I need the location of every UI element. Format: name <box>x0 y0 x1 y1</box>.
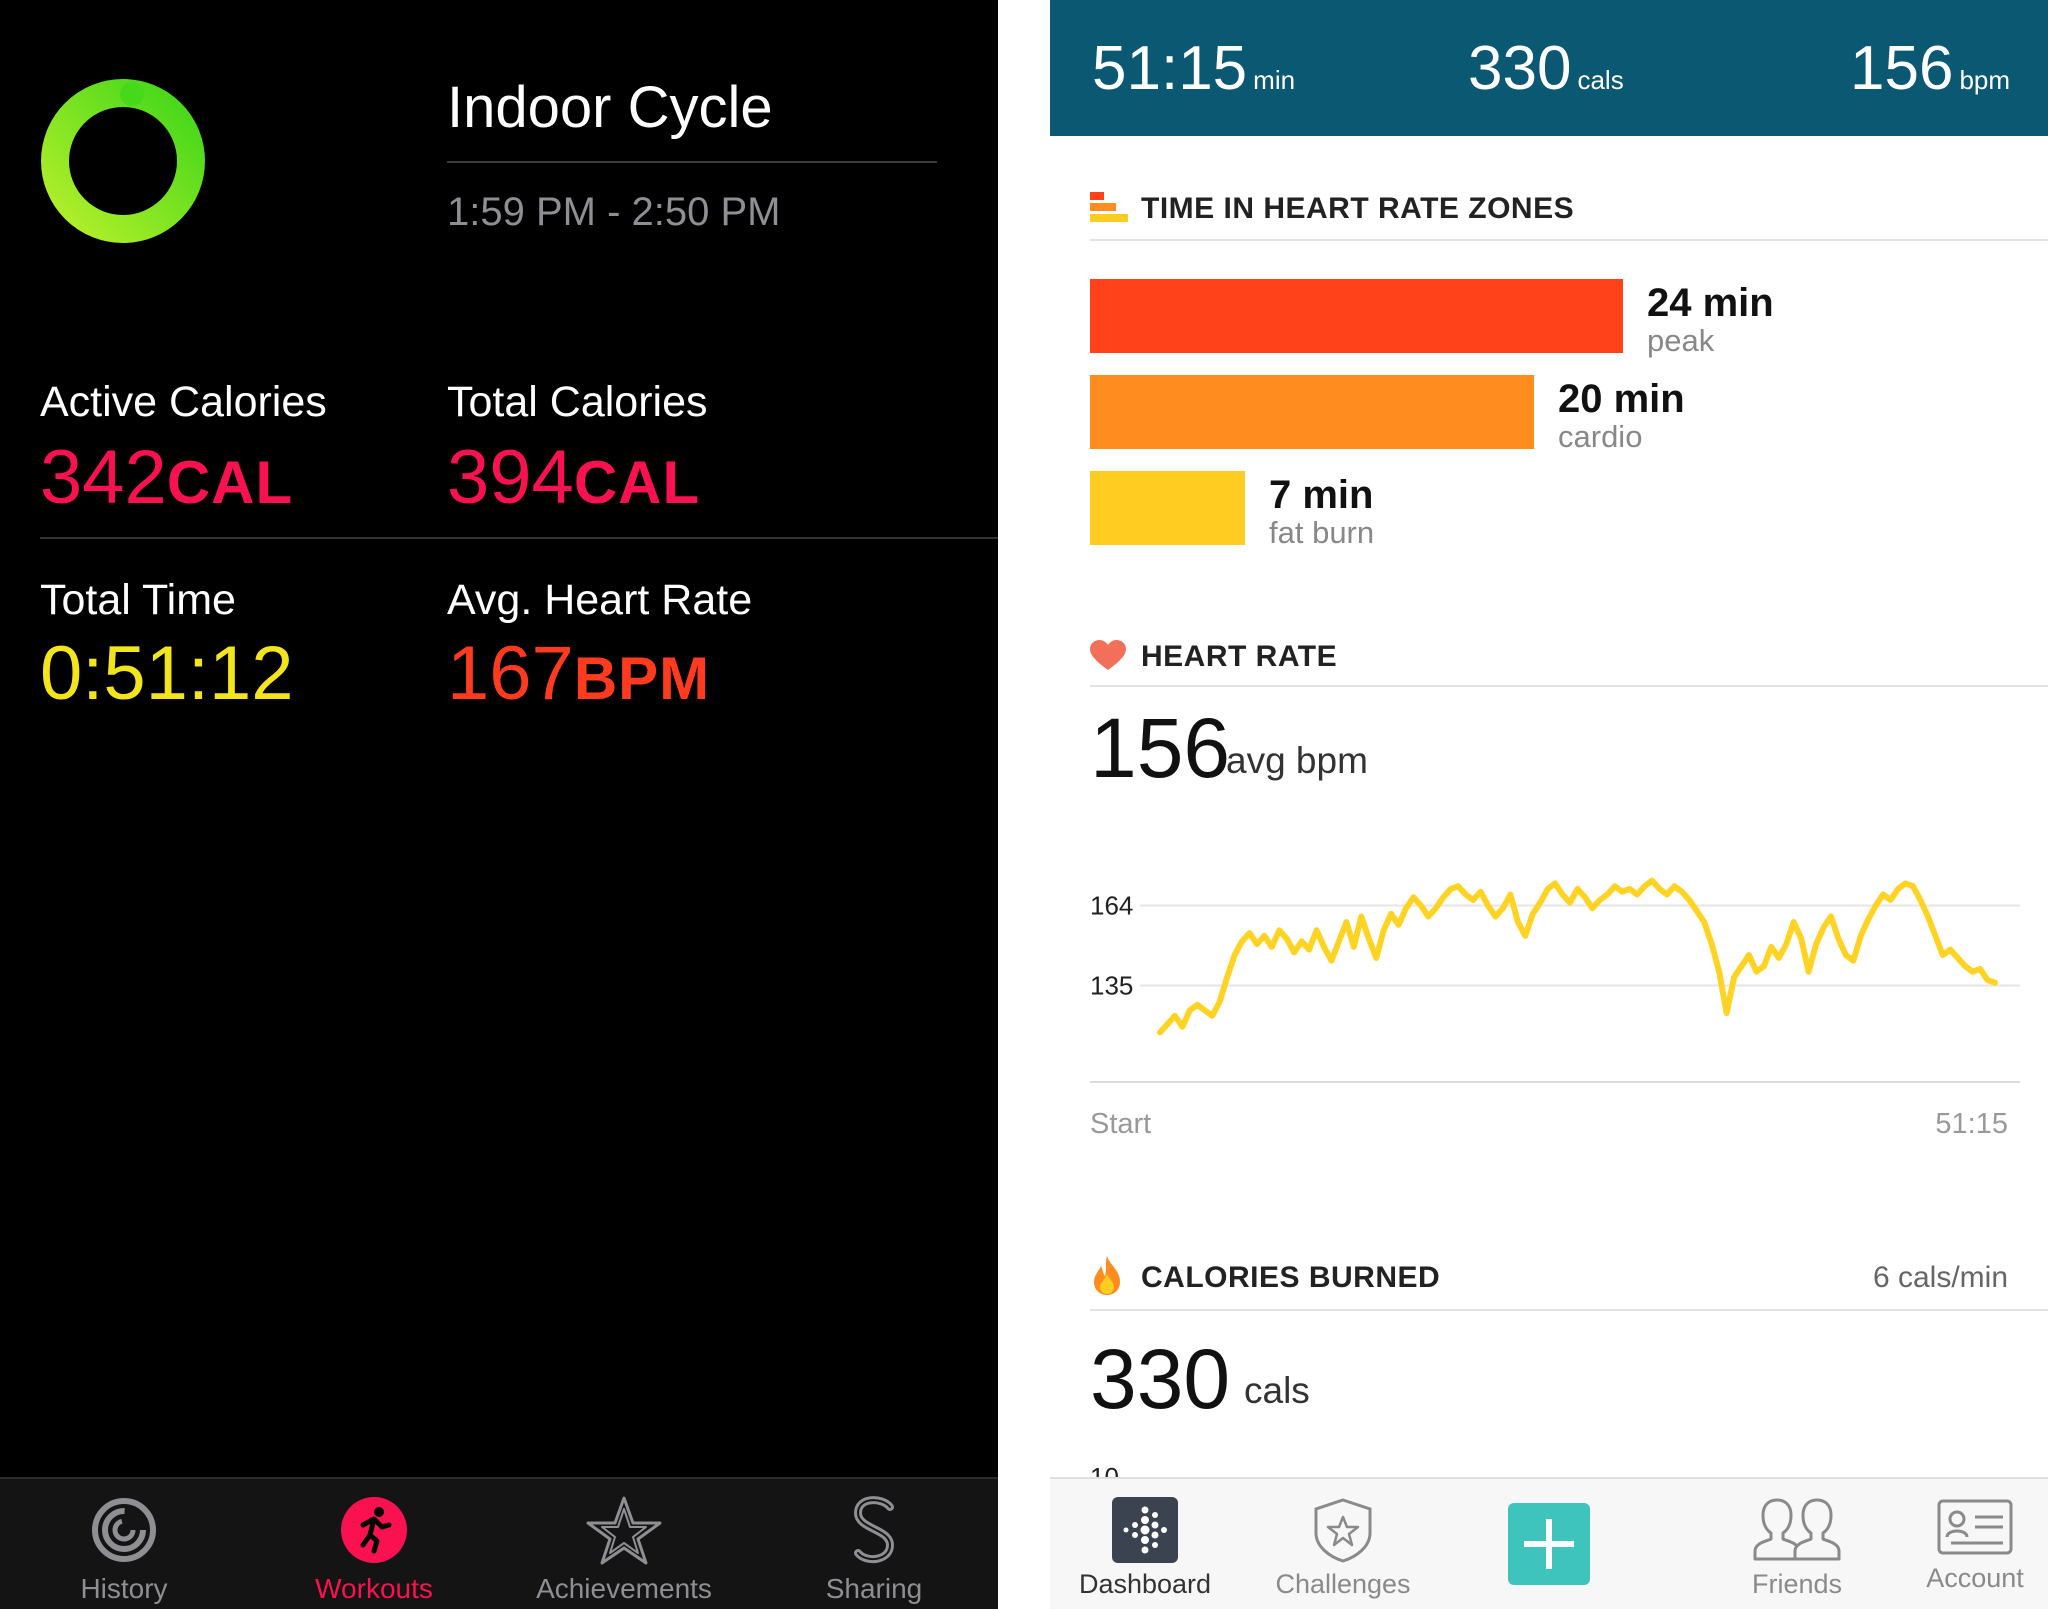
tab-challenges-label: Challenges <box>1275 1569 1411 1599</box>
zone-name-fat-burn: fat burn <box>1269 515 1375 550</box>
y-tick-164: 164 <box>1090 890 1133 920</box>
tab-achievements-label: Achievements <box>536 1573 712 1604</box>
fitbit-app: 51:15 min 330 cals 156 bpm TIME IN HEART RA… <box>1050 0 2048 1609</box>
exercise-summary-header: 51:15 min 330 cals 156 bpm <box>1050 0 2048 136</box>
workout-time-range: 1:59 PM - 2:50 PM <box>447 190 781 234</box>
challenges-icon <box>1314 1498 1372 1563</box>
history-icon <box>92 1498 156 1562</box>
active-calories-label: Active Calories <box>40 378 327 426</box>
calories-section-title: CALORIES BURNED <box>1141 1261 1441 1294</box>
tab-friends[interactable]: Friends <box>1702 1497 1892 1600</box>
flame-icon <box>1094 1256 1120 1295</box>
friends-icon <box>1753 1498 1841 1561</box>
zone-bar-peak <box>1090 279 1623 353</box>
avg-heart-rate-label: Avg. Heart Rate <box>447 576 753 624</box>
total-calories-value: 394CAL <box>447 435 701 520</box>
zones-section-divider <box>1090 239 2048 241</box>
tab-account-label: Account <box>1926 1563 2024 1593</box>
total-time-label: Total Time <box>40 576 236 624</box>
zones-section-title: TIME IN HEART RATE ZONES <box>1141 192 1575 225</box>
tab-history-label: History <box>80 1573 168 1604</box>
panel-gap <box>998 0 1050 1609</box>
tab-dashboard[interactable]: Dashboard <box>1050 1497 1240 1600</box>
zone-bar-cardio <box>1090 375 1534 449</box>
total-calories-label: Total Calories <box>447 378 708 426</box>
header-duration: 51:15 min <box>1092 34 1296 103</box>
heart-rate-section-title: HEART RATE <box>1141 640 1338 673</box>
avg-bpm-value: 156 <box>1090 701 1231 795</box>
tab-history[interactable]: History <box>14 1495 234 1605</box>
zone-minutes-fat-burn: 7 min <box>1269 473 1374 517</box>
tab-account[interactable]: Account <box>1902 1497 2048 1594</box>
activity-app: Indoor Cycle 1:59 PM - 2:50 PM Active Ca… <box>0 0 998 1609</box>
zones-icon <box>1090 192 1128 222</box>
heart-icon <box>1090 640 1126 670</box>
dashboard-icon <box>1112 1497 1178 1563</box>
calories-rate: 6 cals/min <box>1872 1261 2008 1294</box>
tab-friends-label: Friends <box>1751 1569 1843 1599</box>
zone-minutes-peak: 24 min <box>1647 281 1774 325</box>
heart-rate-series-line <box>1157 877 1998 1036</box>
activity-ring-icon <box>41 79 205 243</box>
x-axis-start-label: Start <box>1090 1108 1152 1140</box>
workouts-icon <box>341 1497 407 1563</box>
tab-achievements[interactable]: Achievements <box>514 1495 734 1605</box>
tab-workouts[interactable]: Workouts <box>264 1495 484 1605</box>
total-time-value: 0:51:12 <box>40 631 294 716</box>
zone-name-cardio: cardio <box>1558 419 1643 454</box>
y-tick-135: 135 <box>1090 970 1133 1000</box>
header-heart-rate: 156 bpm <box>1850 34 2011 103</box>
avg-heart-rate-value: 167BPM <box>447 631 711 716</box>
add-button[interactable] <box>1508 1503 1590 1585</box>
tab-sharing-label: Sharing <box>825 1573 923 1604</box>
tab-dashboard-label: Dashboard <box>1078 1569 1212 1599</box>
tab-challenges[interactable]: Challenges <box>1248 1497 1438 1600</box>
avg-bpm-unit: avg bpm <box>1226 740 1368 781</box>
heart-rate-chart: 164 135 192 <box>1090 877 2020 1083</box>
tab-sharing[interactable]: Sharing <box>764 1495 984 1605</box>
zone-minutes-cardio: 20 min <box>1558 377 1685 421</box>
add-icon <box>1524 1519 1574 1569</box>
title-divider <box>447 161 937 163</box>
achievements-icon <box>586 1496 662 1565</box>
calories-unit: cals <box>1244 1370 1310 1411</box>
zone-bar-fat-burn <box>1090 471 1245 545</box>
activity-tab-bar: History Workouts Achievements Sharing <box>0 1477 998 1609</box>
header-calories: 330 cals <box>1468 34 1624 103</box>
heart-rate-section-divider <box>1090 685 2048 687</box>
account-icon <box>1937 1499 2013 1555</box>
x-axis-end-label: 51:15 <box>1935 1108 2008 1140</box>
calories-value: 330 <box>1090 1332 1231 1426</box>
calories-section-divider <box>1090 1309 2048 1311</box>
workout-title: Indoor Cycle <box>447 75 773 140</box>
sharing-icon <box>853 1496 895 1564</box>
stats-divider <box>40 537 998 539</box>
tab-workouts-label: Workouts <box>315 1573 433 1604</box>
fitbit-tab-bar: Dashboard Challenges Friends Account <box>1050 1477 2048 1609</box>
zone-name-peak: peak <box>1647 323 1715 358</box>
active-calories-value: 342CAL <box>40 435 294 520</box>
